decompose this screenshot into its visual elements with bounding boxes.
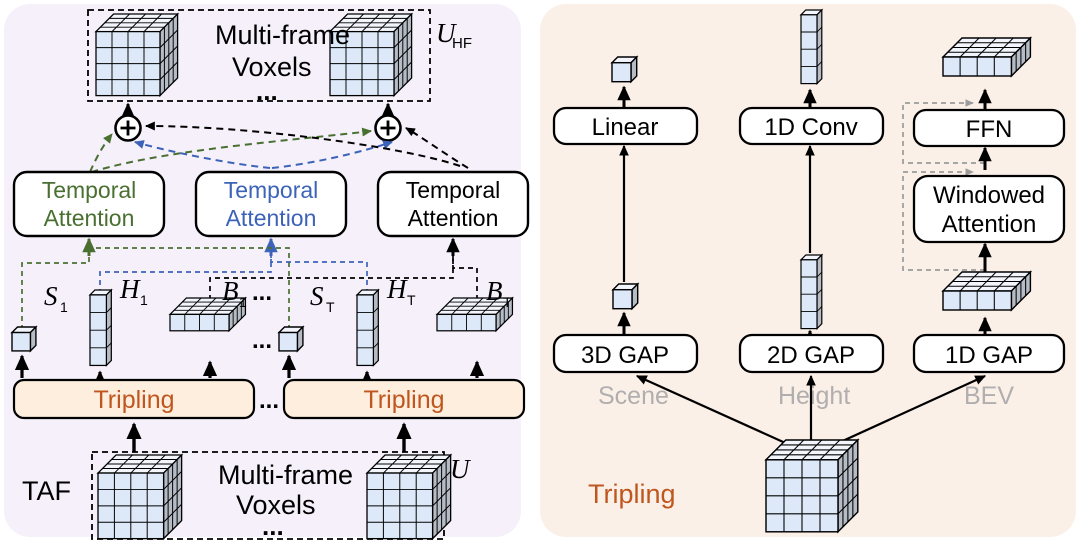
op-block-windowed-attention[interactable]: Windowed Attention <box>912 174 1066 244</box>
branch-caption-bev: BEV <box>964 382 1014 410</box>
feature-label-scene-1-base: S <box>44 281 58 311</box>
temporal-attention-scene[interactable]: Temporal Attention <box>12 170 166 238</box>
feature-ellipsis-between-tensors: ... <box>252 327 272 354</box>
input-voxel-cube-last <box>366 454 452 540</box>
gap-block-2d-label: 2D GAP <box>767 342 855 369</box>
tripling-panel-label: Tripling <box>588 479 676 509</box>
gap-block-3d-label: 3D GAP <box>581 342 669 369</box>
feature-tensor-height-T <box>356 289 379 367</box>
tripling-source-voxel-cube <box>765 439 859 533</box>
gap-block-1d-label: 1D GAP <box>945 342 1033 369</box>
tripling-block-frame-T-label: Tripling <box>363 386 444 414</box>
temporal-attention-bev-line2: Attention <box>408 205 499 231</box>
gap-block-2d[interactable]: 2D GAP <box>738 333 885 374</box>
diagram-root: Multi-frame Voxels ... U HF + + Temporal… <box>0 0 1080 541</box>
feature-label-height-1-base: H <box>119 274 141 304</box>
output-voxel-label-line1: Multi-frame <box>215 20 350 50</box>
feature-tensor-scene-1 <box>11 326 37 352</box>
scene-token-voxel <box>612 283 639 310</box>
temporal-attention-height-line2: Attention <box>226 205 317 231</box>
tripling-block-frame-1-label: Tripling <box>93 386 174 414</box>
tripling-block-frame-1[interactable]: Tripling <box>12 378 256 420</box>
op-block-linear[interactable]: Linear <box>552 106 699 146</box>
op-block-linear-label: Linear <box>592 114 659 141</box>
bev-output-slab <box>942 37 1032 77</box>
tripling-block-frame-T[interactable]: Tripling <box>282 378 526 420</box>
op-block-windowed-attention-line2: Attention <box>942 211 1037 238</box>
input-voxel-ellipsis: ... <box>262 511 284 541</box>
feature-tensor-height-1 <box>89 289 112 367</box>
input-symbol-U: U <box>450 454 471 484</box>
op-block-ffn[interactable]: FFN <box>912 108 1066 148</box>
feature-label-scene-T-base: S <box>310 281 324 311</box>
output-symbol-subscript-HF: HF <box>452 35 472 52</box>
sum-node-left <box>114 114 142 142</box>
height-token-column <box>800 254 823 330</box>
temporal-attention-scene-line1: Temporal <box>42 177 137 203</box>
temporal-attention-bev-line1: Temporal <box>406 177 501 203</box>
tripling-blocks-ellipsis: ... <box>259 387 279 414</box>
temporal-attention-height[interactable]: Temporal Attention <box>194 170 348 238</box>
output-voxel-ellipsis: ... <box>256 76 278 106</box>
scene-output-voxel <box>611 56 638 83</box>
temporal-attention-height-line1: Temporal <box>224 177 319 203</box>
branch-caption-height: Height <box>778 382 850 410</box>
input-voxel-cube-first <box>97 454 183 540</box>
gap-block-3d[interactable]: 3D GAP <box>552 333 699 374</box>
temporal-attention-scene-line2: Attention <box>44 205 135 231</box>
feature-label-bev-T-base: B <box>486 276 503 306</box>
feature-label-bev-T-sub: T <box>503 294 512 310</box>
output-voxel-cube-first <box>95 13 179 97</box>
feature-label-height-1-sub: 1 <box>140 292 148 308</box>
op-block-ffn-label: FFN <box>966 116 1013 143</box>
feature-label-height-T-base: H <box>386 274 408 304</box>
bev-token-slab <box>942 271 1032 311</box>
gap-block-1d[interactable]: 1D GAP <box>912 333 1066 374</box>
feature-label-scene-T-sub: T <box>326 299 335 315</box>
temporal-attention-bev[interactable]: Temporal Attention <box>376 170 530 238</box>
op-block-1d-conv-label: 1D Conv <box>764 114 857 141</box>
op-block-1d-conv[interactable]: 1D Conv <box>738 106 885 146</box>
feature-label-scene-1-sub: 1 <box>60 299 68 315</box>
feature-ellipsis-after-bev-1: ... <box>252 279 272 306</box>
input-voxel-label-line1: Multi-frame <box>218 460 353 490</box>
taf-panel-label: TAF <box>22 476 71 506</box>
height-output-column <box>800 9 823 85</box>
feature-label-bev-1-base: B <box>222 276 239 306</box>
op-block-windowed-attention-line1: Windowed <box>933 182 1045 209</box>
feature-tensor-scene-T <box>278 326 304 352</box>
sum-node-right <box>374 114 402 142</box>
architecture-diagram: Multi-frame Voxels ... U HF + + Temporal… <box>4 4 1076 541</box>
feature-label-bev-1-sub: 1 <box>239 294 247 310</box>
feature-label-height-T-sub: T <box>407 292 416 308</box>
